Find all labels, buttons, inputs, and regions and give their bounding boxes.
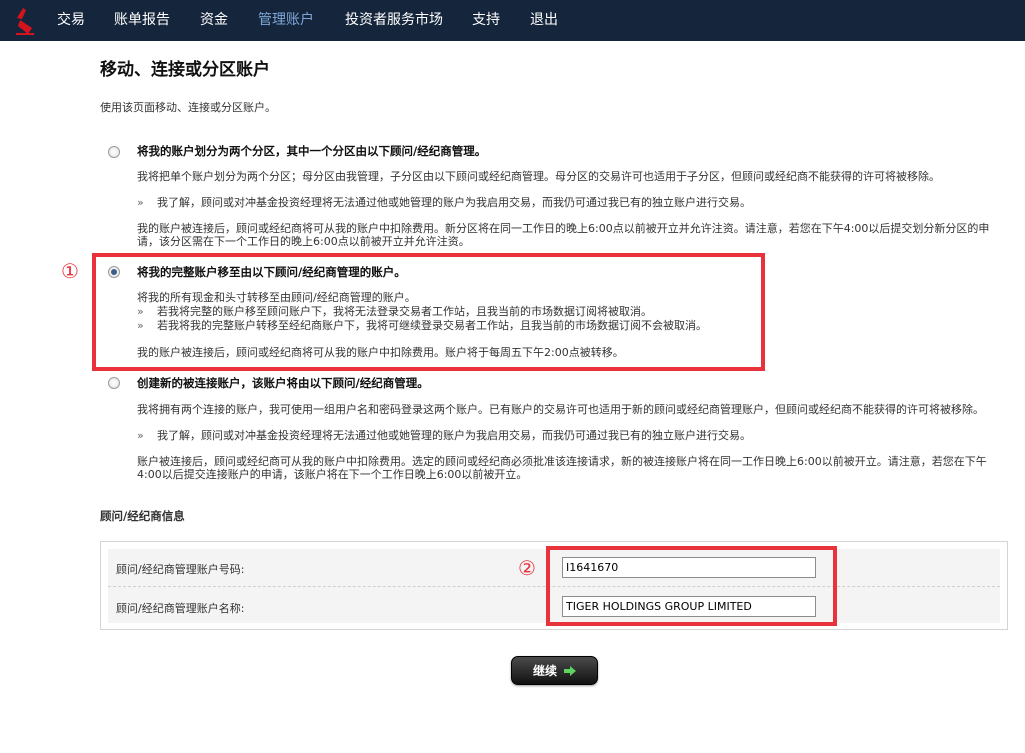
nav-support[interactable]: 支持	[472, 0, 500, 41]
advisor-info-panel	[100, 541, 1008, 630]
nav-statements[interactable]: 账单报告	[114, 0, 170, 41]
bullet-glyph: »	[137, 305, 144, 318]
option-move-bullet-advisor: » 若我将完整的账户移至顾问账户下，我将无法登录交易者工作站，且我当前的市场数据订…	[137, 305, 652, 318]
continue-button[interactable]: 继续	[511, 656, 598, 685]
account-name-label: 顾问/经纪商管理账户名称:	[116, 602, 245, 615]
option-link-title: 创建新的被连接账户，该账户将由以下顾问/经纪商管理。	[137, 376, 429, 390]
nav-trade[interactable]: 交易	[57, 0, 85, 41]
annotation-marker-1: ①	[61, 259, 79, 283]
option-link-paragraph: 我将拥有两个连接的账户，我可使用一组用户名和密码登录这两个账户。已有账户的交易许…	[137, 403, 984, 416]
option-split-fee-note: 我的账户被连接后，顾问或经纪商将可从我的账户中扣除费用。新分区将在同一工作日的晚…	[137, 222, 990, 248]
option-link-radio[interactable]	[108, 377, 120, 389]
annotation-marker-2: ②	[518, 556, 536, 580]
logo-icon[interactable]	[14, 6, 36, 36]
option-split-bullet: » 我了解，顾问或对冲基金投资经理将无法通过他或她管理的账户为我启用交易，而我仍可…	[137, 196, 751, 209]
account-name-field[interactable]	[562, 596, 816, 617]
option-link-bullet: » 我了解，顾问或对冲基金投资经理将无法通过他或她管理的账户为我启用交易，而我仍可…	[137, 429, 751, 442]
continue-label: 继续	[532, 664, 557, 678]
option-split-radio[interactable]	[108, 146, 120, 158]
page-title: 移动、连接或分区账户	[100, 60, 270, 80]
bullet-glyph: »	[137, 319, 144, 332]
nav-logout[interactable]: 退出	[530, 0, 558, 41]
top-navbar: 交易 账单报告 资金 管理账户 投资者服务市场 支持 退出	[0, 0, 1025, 41]
arrow-right-icon	[564, 665, 576, 676]
advisor-section-title: 顾问/经纪商信息	[100, 509, 185, 523]
option-move-fee-note: 我的账户被连接后，顾问或经纪商将可从我的账户中扣除费用。账户将于每周五下午2:0…	[137, 346, 624, 359]
nav-manage-account[interactable]: 管理账户	[258, 0, 314, 41]
option-move-paragraph: 将我的所有现金和头寸转移至由顾问/经纪商管理的账户。	[137, 291, 416, 304]
nav-funding[interactable]: 资金	[200, 0, 228, 41]
option-split-paragraph: 我将把单个账户划分为两个分区；母分区由我管理，子分区由以下顾问或经纪商管理。母分…	[137, 170, 940, 183]
option-link-fee-note: 账户被连接后，顾问或经纪商可从我的账户中扣除费用。选定的顾问或经纪商必须批准该连…	[137, 455, 987, 481]
row-divider	[108, 586, 1000, 587]
bullet-glyph: »	[137, 429, 144, 442]
option-move-bullet-broker: » 若我将我的完整账户转移至经纪商账户下，我将可继续登录交易者工作站，且我当前的市…	[137, 319, 707, 332]
account-number-field[interactable]	[562, 557, 816, 578]
option-split-title: 将我的账户划分为两个分区，其中一个分区由以下顾问/经纪商管理。	[137, 144, 487, 158]
bullet-glyph: »	[137, 196, 144, 209]
page-description: 使用该页面移动、连接或分区账户。	[100, 101, 276, 114]
nav-investor-marketplace[interactable]: 投资者服务市场	[345, 0, 443, 41]
account-number-label: 顾问/经纪商管理账户号码:	[116, 563, 245, 576]
option-move-title: 将我的完整账户移至由以下顾问/经纪商管理的账户。	[137, 265, 406, 279]
option-move-radio[interactable]	[108, 266, 120, 278]
